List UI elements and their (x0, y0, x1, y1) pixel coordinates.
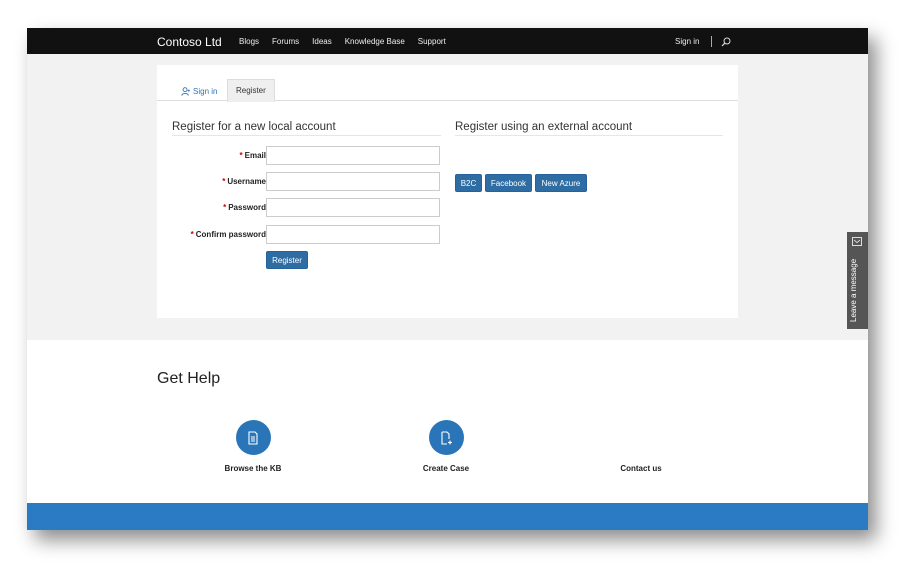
nav-link-knowledge-base[interactable]: Knowledge Base (345, 37, 405, 46)
username-label: * Username (222, 177, 266, 186)
confirm-password-label-text: Confirm password (195, 230, 266, 239)
confirm-password-label: * Confirm password (191, 230, 266, 239)
leave-message-label: Leave a message (849, 258, 858, 322)
tab-register[interactable]: Register (227, 79, 275, 102)
brand-logo[interactable]: Contoso Ltd (157, 35, 222, 49)
help-item-browse-kb[interactable]: Browse the KB (193, 420, 313, 473)
create-case-label[interactable]: Create Case (386, 464, 506, 473)
email-label: * Email (240, 151, 266, 160)
required-marker: * (190, 230, 194, 239)
register-card: Sign in Register Register for a new loca… (157, 65, 738, 318)
password-label-text: Password (228, 203, 266, 212)
new-azure-button[interactable]: New Azure (535, 174, 587, 192)
help-item-create-case[interactable]: Create Case (386, 420, 506, 473)
top-navbar: Contoso Ltd Blogs Forums Ideas Knowledge… (27, 28, 868, 54)
envelope-icon (852, 237, 862, 246)
auth-tabs: Sign in Register (157, 79, 738, 102)
facebook-button[interactable]: Facebook (485, 174, 532, 192)
contact-us-label[interactable]: Contact us (581, 464, 701, 473)
username-row: * Username (172, 172, 442, 191)
leave-message-tab[interactable]: Leave a message (847, 232, 868, 329)
footer-bar (27, 503, 868, 530)
search-icon[interactable] (721, 37, 731, 47)
nav-sign-in-link[interactable]: Sign in (675, 37, 699, 46)
b2c-button[interactable]: B2C (455, 174, 482, 192)
register-button[interactable]: Register (266, 251, 308, 269)
password-field[interactable] (266, 198, 440, 217)
email-label-text: Email (244, 151, 266, 160)
local-account-title: Register for a new local account (172, 121, 441, 136)
nav-link-support[interactable]: Support (418, 37, 446, 46)
browse-kb-circle[interactable] (235, 420, 271, 455)
password-label: * Password (223, 203, 266, 212)
create-case-circle[interactable] (428, 420, 464, 455)
nav-links: Blogs Forums Ideas Knowledge Base Suppor… (239, 37, 459, 46)
confirm-password-field[interactable] (266, 225, 440, 244)
help-item-contact-us[interactable]: Contact us (581, 420, 701, 473)
nav-divider (711, 36, 713, 47)
username-label-text: Username (227, 177, 266, 186)
nav-link-blogs[interactable]: Blogs (239, 37, 259, 46)
external-account-title: Register using an external account (455, 121, 723, 136)
user-icon (181, 86, 190, 96)
get-help-title: Get Help (157, 370, 221, 387)
required-marker: * (239, 151, 243, 160)
nav-link-forums[interactable]: Forums (272, 37, 299, 46)
required-marker: * (222, 177, 226, 186)
email-row: * Email (172, 146, 442, 165)
required-marker: * (223, 203, 227, 212)
password-row: * Password (172, 198, 442, 217)
email-field[interactable] (266, 146, 440, 165)
username-field[interactable] (266, 172, 440, 191)
browser-frame: Contoso Ltd Blogs Forums Ideas Knowledge… (27, 28, 868, 530)
tab-sign-in[interactable]: Sign in (173, 81, 225, 101)
document-icon (248, 430, 258, 445)
tab-sign-in-label: Sign in (193, 86, 218, 96)
confirm-password-row: * Confirm password (172, 225, 442, 244)
nav-link-ideas[interactable]: Ideas (312, 37, 332, 46)
nav-right: Sign in (675, 36, 731, 47)
get-help-section: Get Help Browse the KB Create Case Conta… (27, 340, 868, 503)
browse-kb-label[interactable]: Browse the KB (193, 464, 313, 473)
new-document-icon (441, 430, 452, 445)
contact-us-circle[interactable] (624, 420, 659, 455)
